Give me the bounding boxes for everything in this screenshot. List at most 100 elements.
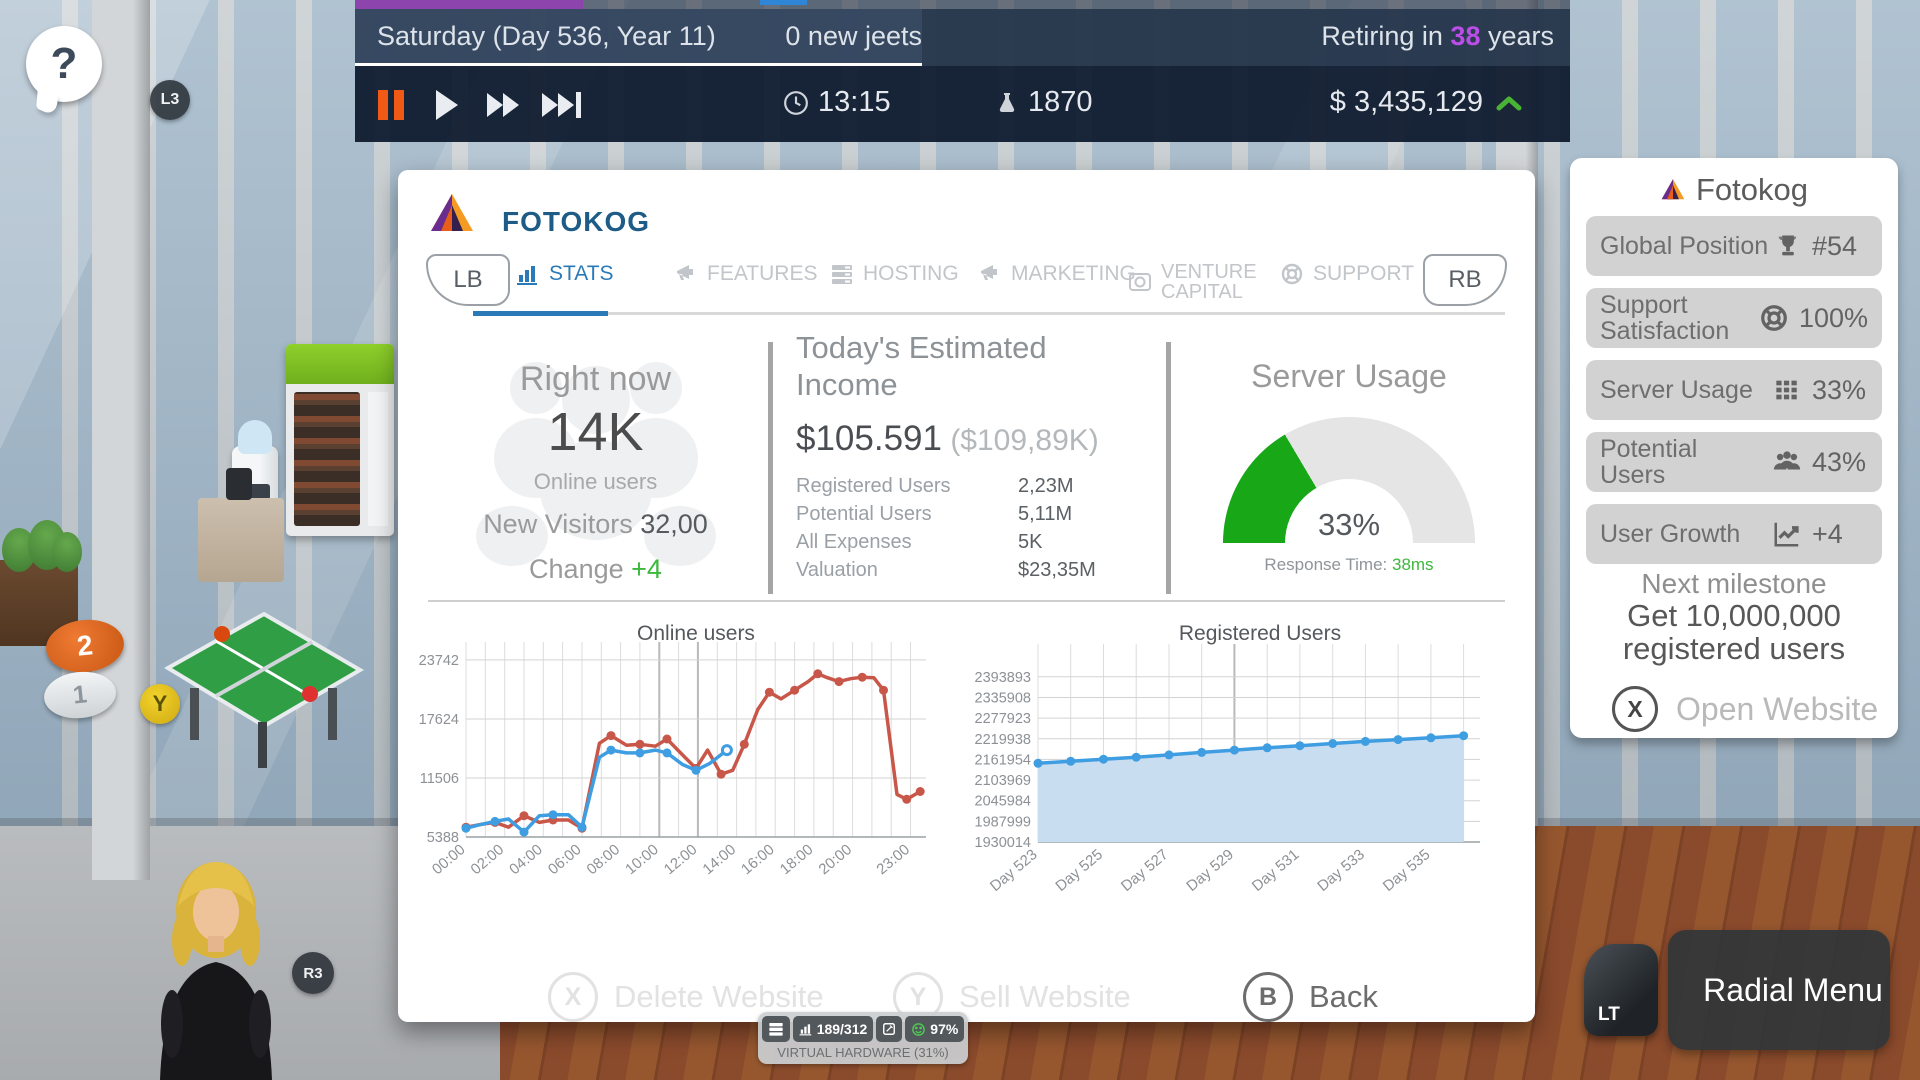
sidebar-header: Fotokog — [1570, 172, 1898, 208]
svg-text:12:00: 12:00 — [661, 841, 701, 878]
fast-forward-button[interactable] — [481, 88, 525, 122]
svg-text:10:00: 10:00 — [622, 841, 662, 878]
tab-stats[interactable]: STATS — [516, 262, 614, 286]
secondary-progress-fill — [760, 0, 807, 5]
stat-row-registered-users: Registered Users2,23M — [796, 475, 1151, 503]
tab-marketing[interactable]: MARKETING — [978, 262, 1136, 286]
plant — [52, 532, 82, 572]
users-icon — [1772, 447, 1802, 477]
ping-pong-table — [160, 596, 370, 771]
server-icon — [768, 1021, 784, 1037]
l3-controller-hint: L3 — [150, 80, 190, 120]
pause-button[interactable] — [369, 88, 413, 122]
venture-capital-icon — [1128, 270, 1152, 294]
svg-text:04:00: 04:00 — [506, 841, 546, 878]
grid-icon — [1774, 376, 1802, 404]
stat-row-valuation: Valuation$23,35M — [796, 559, 1151, 587]
server-usage-percent: 33% — [1223, 507, 1475, 543]
svg-text:Day 523: Day 523 — [987, 846, 1041, 895]
new-jeets-label[interactable]: 0 new jeets — [785, 21, 922, 52]
svg-text:20:00: 20:00 — [815, 841, 855, 878]
new-visitors-line: New Visitors 32,00 — [428, 509, 763, 540]
pillar — [92, 0, 150, 880]
skip-button[interactable] — [539, 88, 583, 122]
money-up-icon — [1496, 94, 1522, 112]
hosting-icon — [830, 262, 854, 286]
day-progress-fill — [355, 0, 583, 9]
virtual-hardware-label: VIRTUAL HARDWARE (31%) — [763, 1042, 963, 1061]
right-now-section: Right now 14K Online users New Visitors … — [428, 330, 763, 605]
satisfaction-pill: 97% — [905, 1016, 964, 1042]
top-hud: Saturday (Day 536, Year 11) 0 new jeets … — [355, 0, 1570, 142]
open-website-button[interactable]: X Open Website — [1612, 686, 1878, 732]
tab-venture-capital[interactable]: VENTURE CAPITAL — [1128, 262, 1230, 303]
svg-text:17624: 17624 — [419, 712, 459, 728]
modal-title: FOTOKOG — [502, 206, 650, 238]
svg-text:14:00: 14:00 — [699, 841, 739, 878]
tab-support[interactable]: SUPPORT — [1280, 262, 1414, 286]
left-bumper-button[interactable]: LB — [426, 254, 510, 306]
svg-text:2393893: 2393893 — [975, 670, 1031, 686]
svg-text:Day 525: Day 525 — [1052, 846, 1106, 895]
milestone-text: Get 10,000,000 registered users — [1584, 600, 1884, 665]
virtual-hardware-badge[interactable]: 189/312 97% VIRTUAL HARDWARE (31%) — [758, 1012, 968, 1064]
stat-user-growth: User Growth +4 — [1586, 504, 1882, 564]
back-button[interactable]: B Back — [1243, 972, 1378, 1022]
b-button-icon: B — [1243, 972, 1293, 1022]
svg-text:06:00: 06:00 — [545, 841, 585, 878]
tab-features[interactable]: FEATURES — [674, 262, 817, 286]
coffee-machine — [226, 468, 252, 500]
support-icon — [1280, 262, 1304, 286]
svg-text:Day 527: Day 527 — [1118, 846, 1172, 895]
svg-text:Day 529: Day 529 — [1183, 846, 1237, 895]
day-progress-bar — [355, 0, 1570, 9]
lt-trigger-button[interactable]: LT — [1584, 944, 1658, 1036]
play-button[interactable] — [425, 88, 469, 122]
svg-text:11506: 11506 — [420, 771, 459, 787]
milestone-title: Next milestone — [1570, 568, 1898, 600]
online-users-value: 14K — [428, 401, 763, 463]
r3-controller-hint: R3 — [292, 952, 334, 994]
right-bumper-button[interactable]: RB — [1423, 254, 1507, 306]
change-line: Change +4 — [428, 554, 763, 585]
stat-row-all-expenses: All Expenses5K — [796, 531, 1151, 559]
svg-text:2335908: 2335908 — [975, 691, 1031, 707]
svg-text:2219938: 2219938 — [975, 732, 1031, 748]
skip-icon — [542, 93, 558, 117]
stat-potential-users: Potential Users 43% — [1586, 432, 1882, 492]
tab-divider — [473, 312, 1505, 315]
svg-text:16:00: 16:00 — [738, 841, 778, 878]
stat-global-position: Global Position #54 — [1586, 216, 1882, 276]
right-now-title: Right now — [428, 360, 763, 399]
svg-text:2103969: 2103969 — [975, 773, 1031, 789]
radial-menu-button[interactable]: Radial Menu — [1668, 930, 1890, 1050]
money-readout: $ 3,435,129 — [1330, 86, 1522, 119]
trophy-icon — [1774, 232, 1802, 260]
server-usage-section: Server Usage 33% Response Time: 38ms — [1190, 330, 1508, 575]
x-button-icon: X — [548, 972, 598, 1022]
fotokog-logo-small — [1660, 177, 1686, 203]
lt-label: LT — [1598, 1004, 1620, 1026]
fotokog-logo — [428, 190, 476, 238]
pause-icon — [378, 90, 404, 120]
employee-character — [138, 848, 298, 1080]
research-readout: 1870 — [995, 86, 1093, 119]
stats-icon — [516, 262, 540, 286]
website-stats-modal: FOTOKOG LB RB STATS FEATURES HOSTING — [398, 170, 1535, 1022]
response-time-label: Response Time: 38ms — [1190, 555, 1508, 575]
clock-icon — [783, 90, 809, 116]
registered-users-chart: 2393893233590822779232219938216195421039… — [973, 632, 1533, 907]
svg-text:00:00: 00:00 — [429, 841, 469, 878]
tab-hosting[interactable]: HOSTING — [830, 262, 959, 286]
website-summary-panel: Fotokog Global Position #54 Support Sati… — [1570, 158, 1898, 738]
column-divider — [768, 342, 773, 594]
income-value: $105.591 ($109,89K) — [796, 419, 1151, 459]
stat-row-potential-users: Potential Users5,11M — [796, 503, 1151, 531]
online-users-chart: 538811506176242374200:0002:0004:0006:000… — [406, 632, 946, 907]
svg-text:1987999: 1987999 — [975, 814, 1031, 830]
vending-machine — [286, 344, 394, 536]
x-button-icon: X — [1612, 686, 1658, 732]
hud-date-row: Saturday (Day 536, Year 11) 0 new jeets … — [355, 9, 1570, 66]
income-section: Today's Estimated Income $105.591 ($109,… — [796, 330, 1151, 587]
svg-text:23:00: 23:00 — [873, 841, 913, 878]
